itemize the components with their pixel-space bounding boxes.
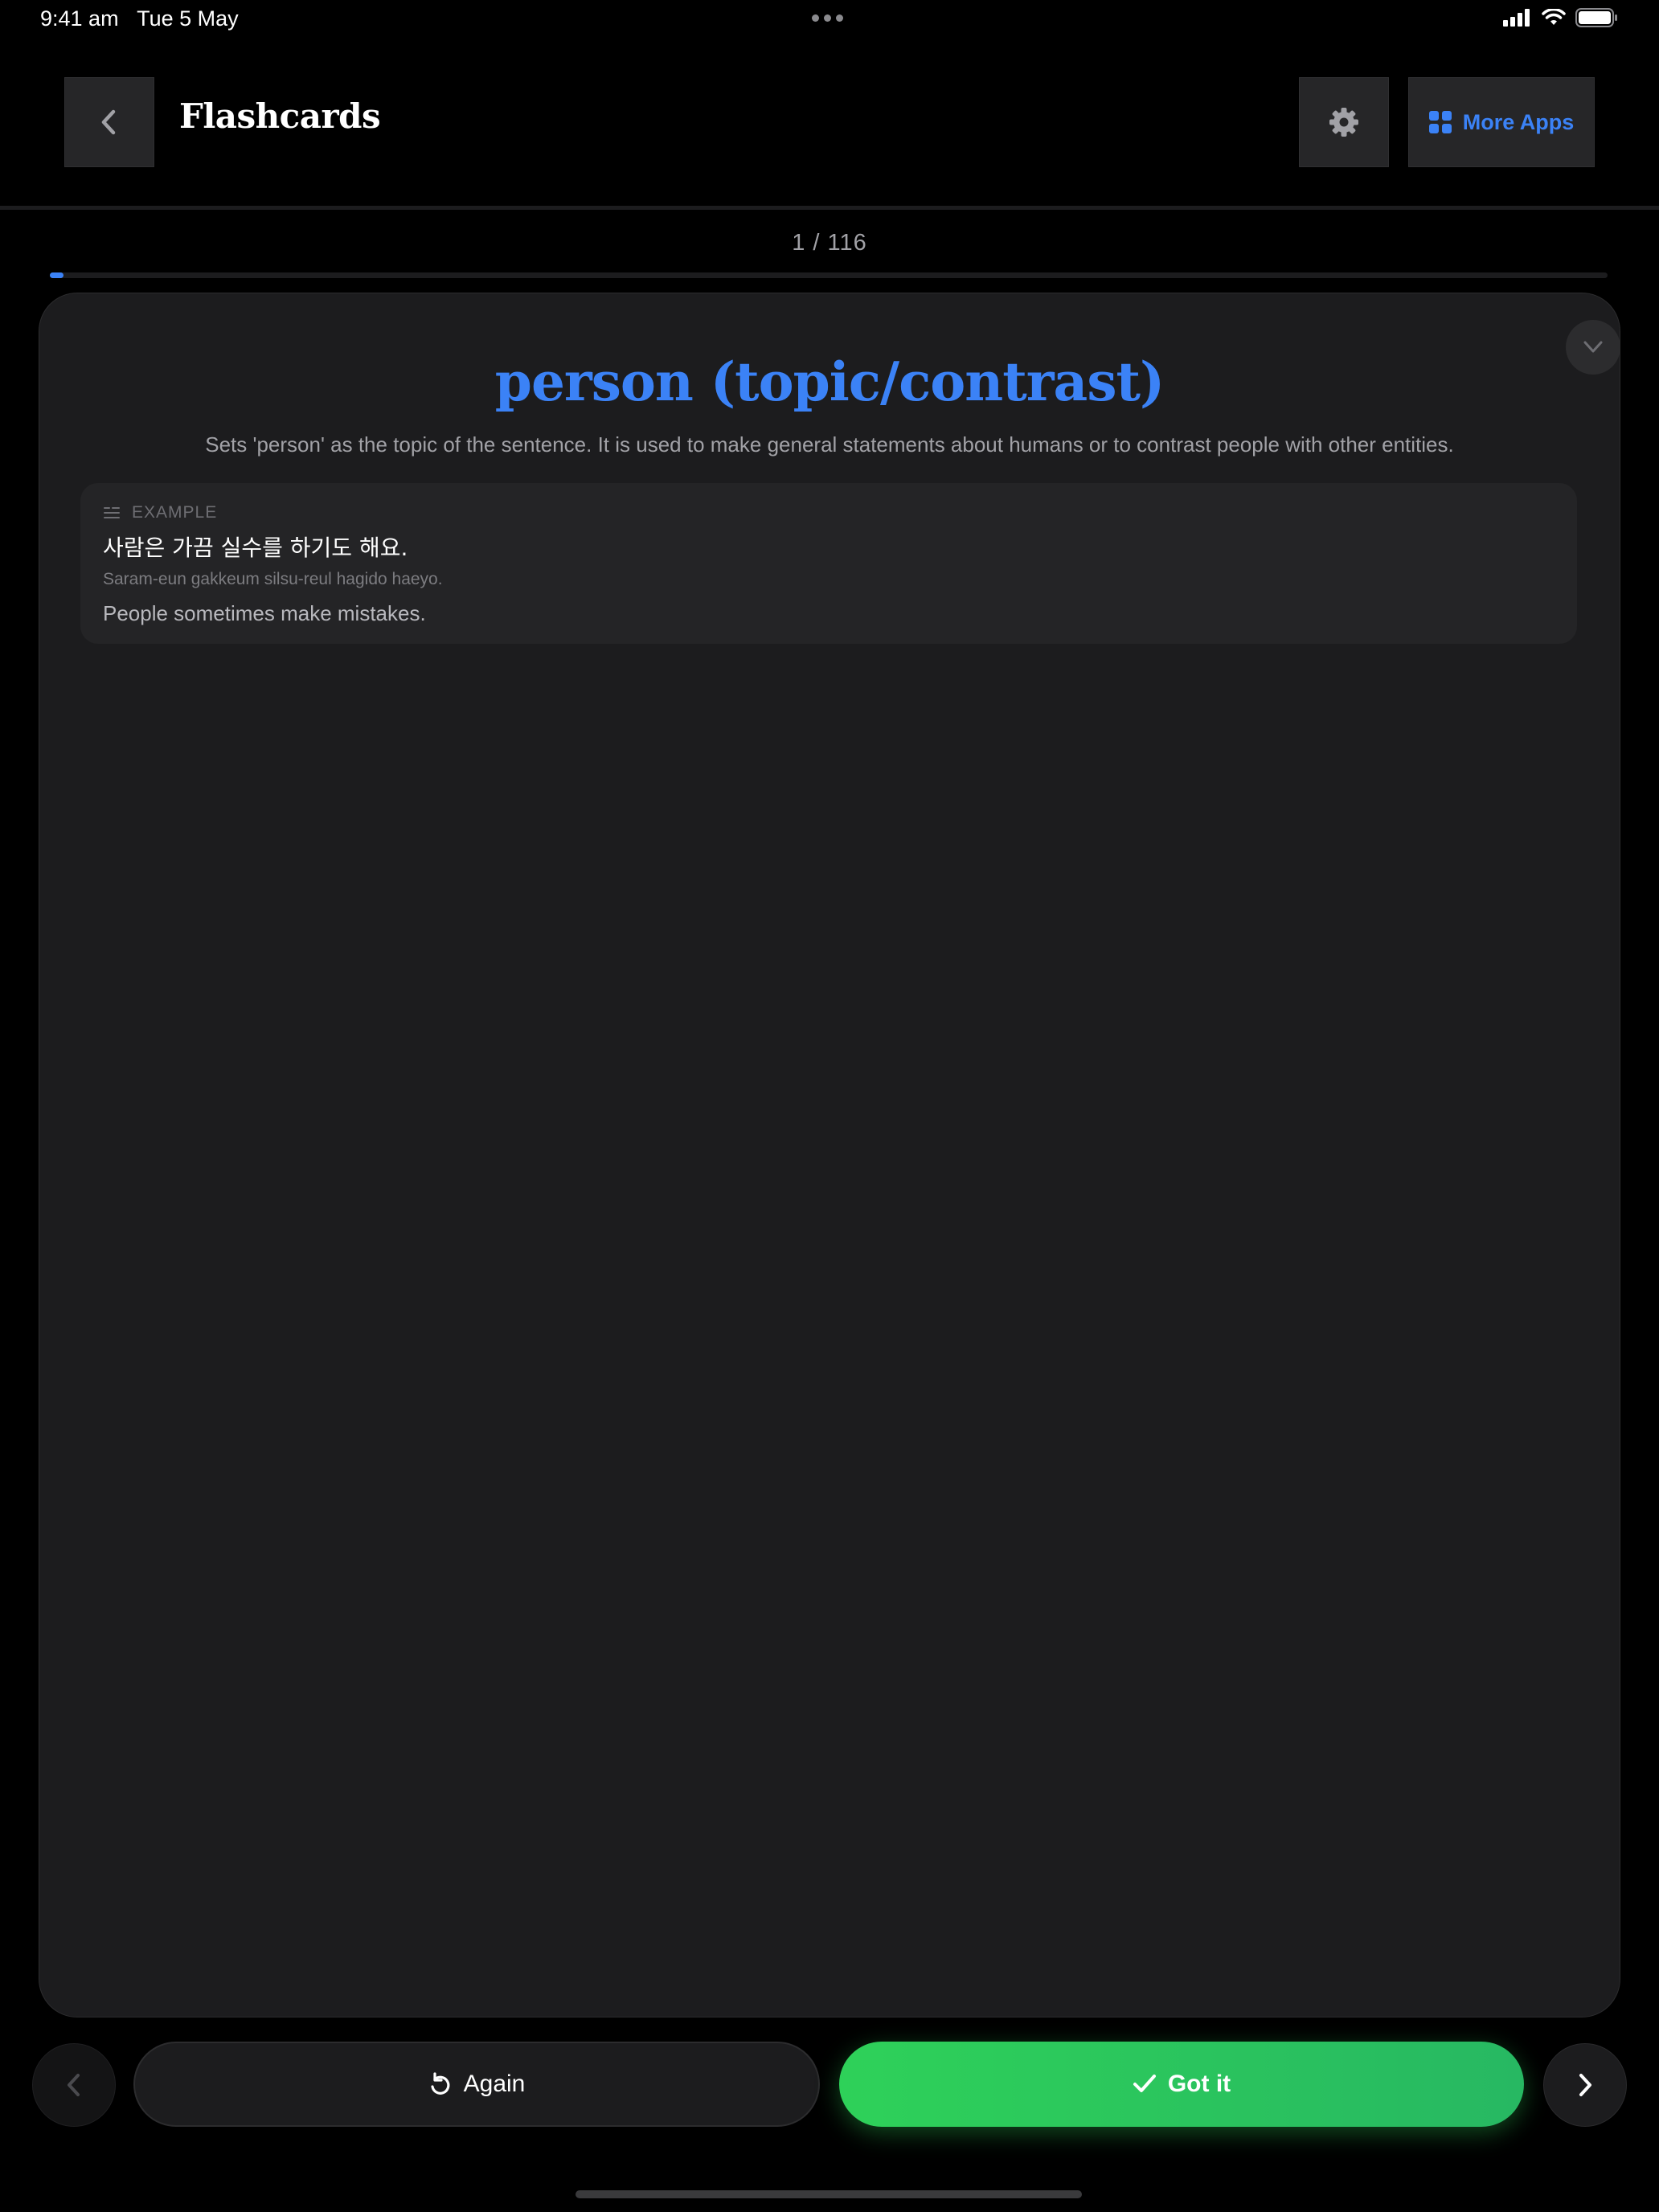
status-clock: 9:41 am (40, 6, 119, 31)
more-apps-label: More Apps (1462, 109, 1575, 134)
chevron-left-icon (101, 109, 116, 135)
back-button[interactable] (64, 77, 154, 167)
signal-icon (1503, 9, 1530, 27)
page-title: Flashcards (179, 96, 381, 136)
battery-icon (1575, 8, 1617, 27)
example-english: People sometimes make mistakes. (103, 601, 426, 625)
example-header: EXAMPLE (103, 503, 217, 522)
wifi-icon (1542, 9, 1566, 25)
again-label: Again (463, 2071, 526, 2097)
next-card-button[interactable] (1543, 2043, 1627, 2127)
text-lines-icon (104, 507, 120, 518)
chevron-left-icon (68, 2074, 80, 2096)
card-description: Sets 'person' as the topic of the senten… (205, 432, 1454, 457)
home-indicator[interactable] (576, 2190, 1082, 2198)
status-time: 9:41 am Tue 5 May (40, 6, 239, 31)
progress-fill (50, 272, 63, 278)
header-divider (0, 206, 1659, 210)
got-it-label: Got it (1167, 2071, 1231, 2097)
rotate-ccw-icon (431, 2072, 450, 2095)
more-apps-button[interactable]: More Apps (1408, 77, 1595, 167)
settings-button[interactable] (1299, 77, 1389, 167)
status-icons (1503, 8, 1619, 27)
gear-icon (1329, 108, 1358, 137)
example-romanization: Saram-eun gakkeum silsu-reul hagido haey… (103, 570, 443, 588)
example-korean: 사람은 가끔 실수를 하기도 해요. (103, 535, 408, 561)
checkmark-icon (1133, 2075, 1156, 2092)
progress-bar (50, 272, 1608, 278)
got-it-button[interactable]: Got it (839, 2042, 1524, 2127)
card-title: person (topic/contrast) (494, 350, 1165, 413)
card-counter: 1 / 116 (792, 230, 867, 256)
example-label: EXAMPLE (132, 503, 218, 522)
status-date: Tue 5 May (137, 6, 239, 31)
chevron-right-icon (1579, 2074, 1591, 2096)
grid-icon (1428, 111, 1452, 133)
again-button[interactable]: Again (133, 2042, 820, 2127)
multitasking-dots-icon[interactable] (812, 14, 843, 22)
previous-card-button[interactable] (32, 2043, 116, 2127)
